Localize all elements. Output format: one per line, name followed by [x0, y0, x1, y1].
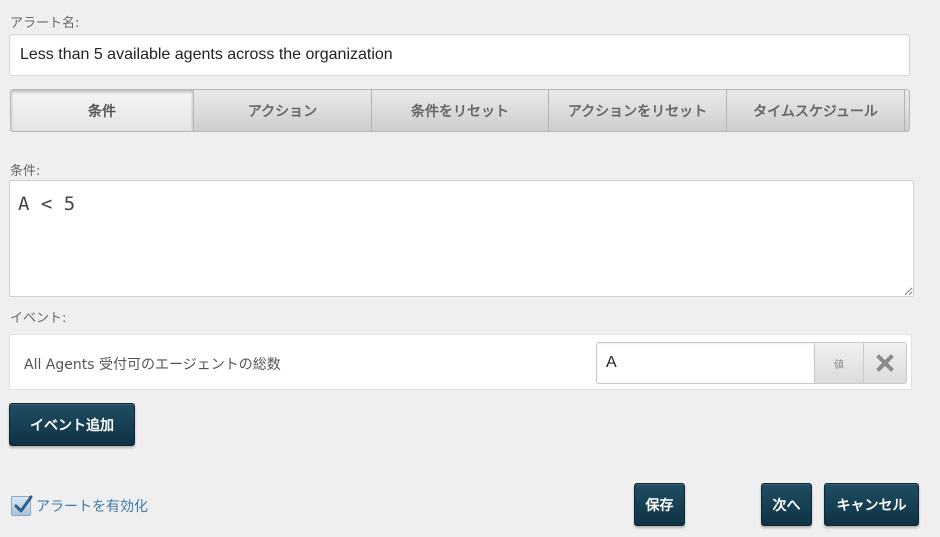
save-button[interactable]: 保存: [634, 483, 685, 526]
delete-event-button[interactable]: [862, 343, 906, 383]
enable-alert-checkbox[interactable]: [11, 495, 33, 516]
tab-conditions[interactable]: 条件: [11, 90, 194, 131]
events-label: イベント:: [10, 311, 67, 326]
close-x-icon: [876, 354, 894, 372]
cancel-button[interactable]: キャンセル: [824, 483, 919, 526]
add-event-button[interactable]: イベント追加: [9, 403, 135, 446]
tab-reset-actions[interactable]: アクションをリセット: [549, 90, 727, 131]
enable-alert-toggle[interactable]: アラートを有効化: [11, 494, 148, 518]
event-variable-input[interactable]: [597, 343, 814, 383]
condition-label: 条件:: [10, 164, 41, 179]
event-input-group: 値: [596, 342, 907, 384]
alert-name-label: アラート名:: [10, 16, 80, 31]
event-row: All Agents 受付可のエージェントの総数 値: [9, 334, 912, 390]
alert-name-input[interactable]: [9, 34, 910, 76]
value-button[interactable]: 値: [814, 343, 863, 383]
tab-bar: 条件 アクション 条件をリセット アクションをリセット タイムスケジュール: [10, 89, 910, 132]
tab-reset-conditions[interactable]: 条件をリセット: [372, 90, 549, 131]
event-description: All Agents 受付可のエージェントの総数: [24, 357, 281, 373]
next-button[interactable]: 次へ: [761, 483, 812, 526]
tab-actions[interactable]: アクション: [194, 90, 372, 131]
enable-alert-label: アラートを有効化: [36, 499, 148, 515]
condition-textarea[interactable]: A < 5: [9, 180, 914, 297]
tab-time-schedule[interactable]: タイムスケジュール: [727, 90, 905, 131]
checkmark-icon: [14, 495, 33, 513]
